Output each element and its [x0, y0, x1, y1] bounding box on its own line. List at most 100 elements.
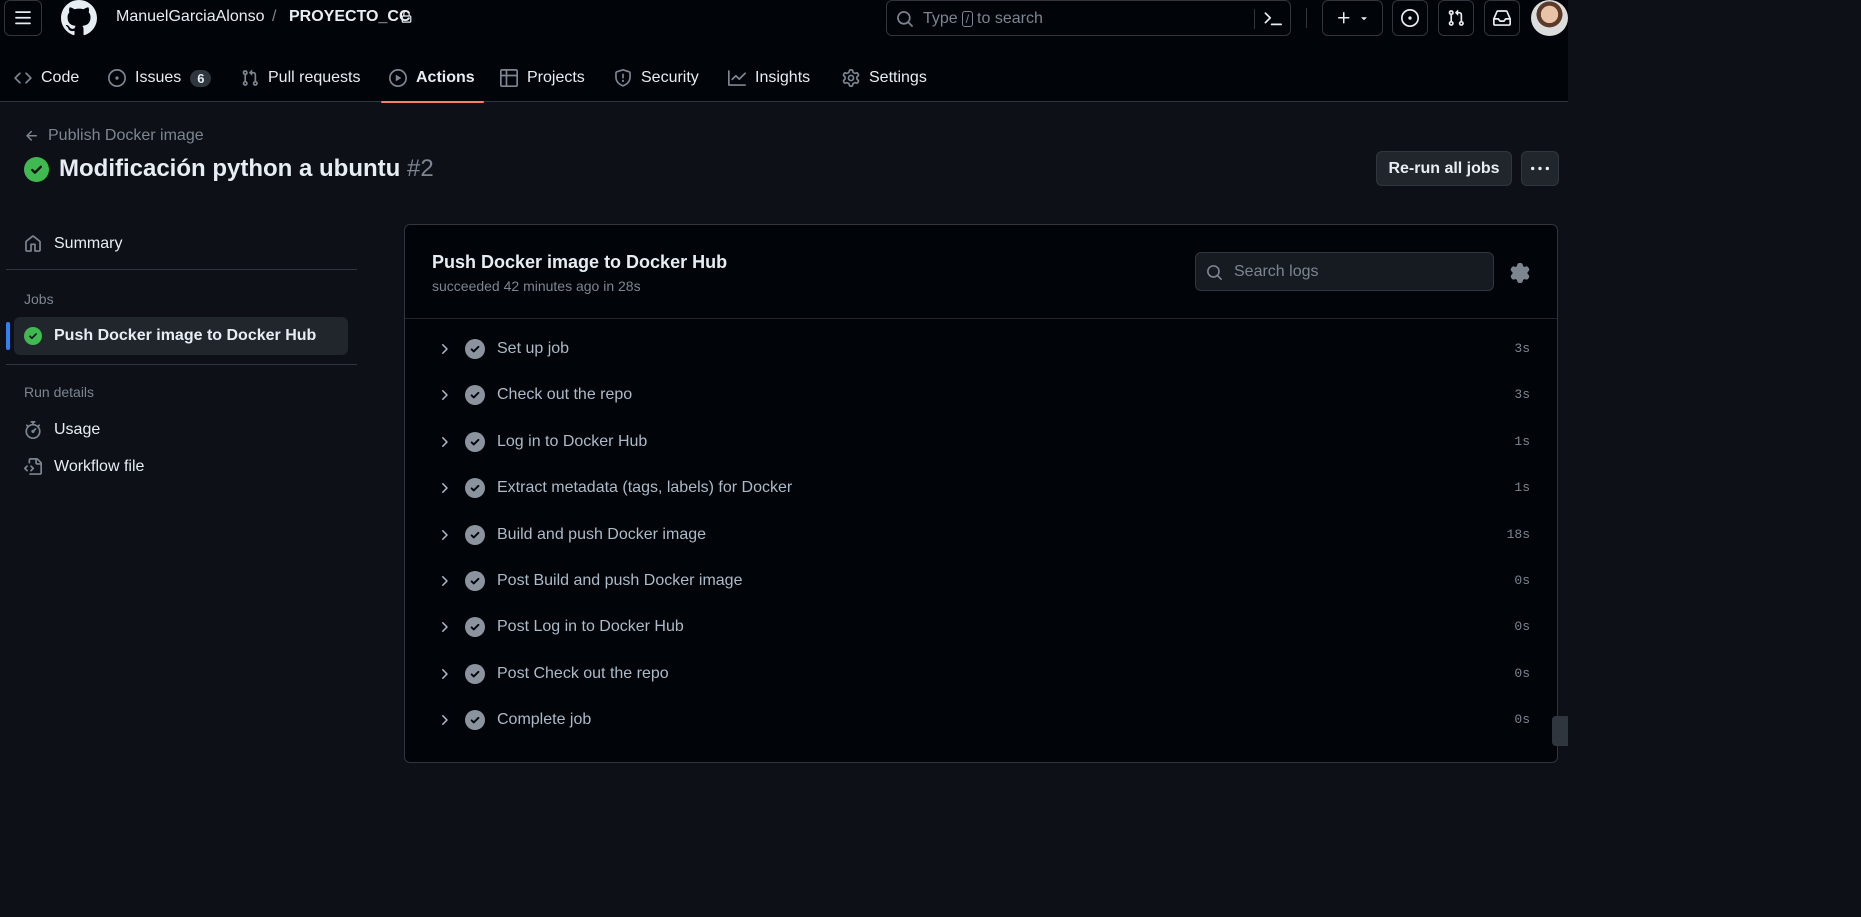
- tab-security-label: Security: [641, 69, 699, 86]
- search-placeholder-prefix: Type: [923, 10, 958, 27]
- tab-issues[interactable]: Issues 6: [108, 54, 212, 102]
- search-placeholder-suffix: to search: [977, 10, 1043, 27]
- step-row[interactable]: Extract metadata (tags, labels) for Dock…: [405, 468, 1557, 508]
- step-name: Build and push Docker image: [497, 525, 707, 543]
- step-name: Complete job: [497, 711, 592, 729]
- menu-button[interactable]: [4, 0, 42, 36]
- chevron-right-icon: [442, 390, 448, 401]
- step-name: Set up job: [497, 340, 570, 357]
- search-logs-input[interactable]: Search logs: [1195, 252, 1494, 291]
- step-row[interactable]: Build and push Docker image 18s: [405, 515, 1557, 555]
- step-row[interactable]: Log in to Docker Hub 1s: [405, 422, 1557, 462]
- chevron-right-icon: [442, 622, 448, 633]
- file-code-icon: [24, 458, 42, 475]
- run-title: Modificación python a ubuntu #2: [59, 155, 434, 183]
- chevron-right-icon: [442, 436, 448, 447]
- search-icon: [897, 11, 913, 27]
- step-row[interactable]: Post Build and push Docker image 0s: [405, 561, 1557, 601]
- triangle-down-icon: [1360, 17, 1367, 21]
- sidebar-item-job[interactable]: Push Docker image to Docker Hub: [14, 317, 348, 355]
- inbox-icon: [1493, 10, 1511, 26]
- github-mark-icon: [61, 0, 97, 36]
- issues-counter: 6: [190, 69, 212, 87]
- check-circle-fill-icon: [465, 663, 485, 684]
- table-icon: [500, 69, 518, 87]
- step-name: Post Build and push Docker image: [497, 572, 743, 589]
- avatar[interactable]: [1531, 0, 1568, 36]
- breadcrumb-separator: /: [272, 8, 277, 25]
- repo-link[interactable]: PROYECTO_CC: [289, 8, 411, 26]
- arrow-left-icon: [26, 130, 37, 141]
- search-placeholder: Type / to search: [923, 10, 1043, 28]
- tab-settings[interactable]: Settings: [842, 54, 927, 102]
- scroll-handle[interactable]: [1552, 716, 1568, 746]
- step-duration: 3s: [1514, 387, 1530, 403]
- sidebar-item-summary[interactable]: Summary: [14, 225, 348, 263]
- inbox-button[interactable]: [1484, 0, 1520, 36]
- code-icon: [14, 72, 32, 84]
- more-options-button[interactable]: [1521, 151, 1559, 186]
- selected-indicator: [6, 322, 10, 350]
- tab-settings-label: Settings: [869, 69, 927, 86]
- home-icon: [25, 235, 41, 252]
- gear-icon: [842, 69, 860, 87]
- step-duration: 0s: [1514, 712, 1530, 728]
- chevron-right-icon: [442, 344, 448, 354]
- tab-issues-label: Issues: [135, 69, 182, 86]
- tab-actions[interactable]: Actions: [381, 54, 484, 103]
- tab-security[interactable]: Security: [614, 54, 699, 102]
- tab-code-label: Code: [41, 69, 80, 86]
- tab-projects[interactable]: Projects: [500, 54, 585, 102]
- tab-pull-requests-label: Pull requests: [268, 69, 361, 86]
- plus-icon: [1337, 12, 1349, 24]
- command-palette-icon[interactable]: [1264, 10, 1282, 28]
- step-name: Post Check out the repo: [497, 664, 669, 682]
- check-circle-fill-icon: [465, 339, 485, 359]
- github-logo[interactable]: [60, 0, 98, 36]
- search-divider: [1254, 9, 1255, 29]
- job-label: Push Docker image to Docker Hub: [54, 327, 317, 344]
- sidebar-item-workflow-file[interactable]: Workflow file: [14, 448, 348, 486]
- check-circle-fill-icon: [465, 524, 485, 545]
- lock-icon: [401, 10, 412, 23]
- check-circle-fill-icon: [465, 431, 485, 452]
- check-circle-fill-icon: [465, 571, 485, 591]
- job-status-text: succeeded 42 minutes ago in 28s: [432, 278, 641, 294]
- tab-insights[interactable]: Insights: [728, 54, 810, 102]
- global-header: ManuelGarciaAlonso / PROYECTO_CC Type / to…: [0, 0, 1568, 103]
- chevron-right-icon: [442, 483, 448, 494]
- tab-pull-requests[interactable]: Pull requests: [241, 54, 361, 102]
- pull-requests-button[interactable]: [1438, 0, 1474, 36]
- check-circle-fill-icon: [465, 385, 485, 406]
- workflow-name: Publish Docker image: [48, 127, 204, 144]
- workflow-file-label: Workflow file: [54, 458, 145, 475]
- step-row[interactable]: Complete job 0s: [405, 700, 1557, 740]
- step-row[interactable]: Post Log in to Docker Hub 0s: [405, 607, 1557, 647]
- log-settings-gear-icon[interactable]: [1510, 263, 1530, 283]
- back-to-workflow-link[interactable]: Publish Docker image: [24, 127, 204, 145]
- rerun-all-jobs-button[interactable]: Re-run all jobs: [1376, 151, 1512, 186]
- pull-request-icon: [1448, 9, 1464, 26]
- owner-link[interactable]: ManuelGarciaAlonso: [116, 8, 265, 26]
- issues-button[interactable]: [1392, 0, 1428, 36]
- create-new-button[interactable]: [1322, 0, 1383, 36]
- tab-actions-label: Actions: [416, 69, 475, 86]
- run-details-heading: Run details: [24, 384, 95, 400]
- step-duration: 0s: [1514, 573, 1530, 588]
- step-name: Log in to Docker Hub: [497, 432, 648, 450]
- chevron-right-icon: [442, 668, 448, 679]
- step-name: Extract metadata (tags, labels) for Dock…: [497, 479, 793, 497]
- check-circle-fill-icon: [24, 327, 42, 345]
- sidebar-divider: [6, 269, 357, 270]
- global-search-input[interactable]: Type / to search: [886, 0, 1291, 36]
- step-row[interactable]: Check out the repo 3s: [405, 375, 1557, 415]
- header-divider: [1306, 8, 1307, 28]
- step-row[interactable]: Set up job 3s: [405, 329, 1557, 369]
- sidebar-item-usage[interactable]: Usage: [14, 411, 348, 449]
- tab-code[interactable]: Code: [14, 54, 79, 102]
- kebab-horizontal-icon: [1531, 166, 1549, 170]
- graph-icon: [728, 70, 746, 86]
- step-row[interactable]: Post Check out the repo 0s: [405, 654, 1557, 694]
- shield-icon: [615, 69, 631, 87]
- step-duration: 0s: [1514, 619, 1530, 635]
